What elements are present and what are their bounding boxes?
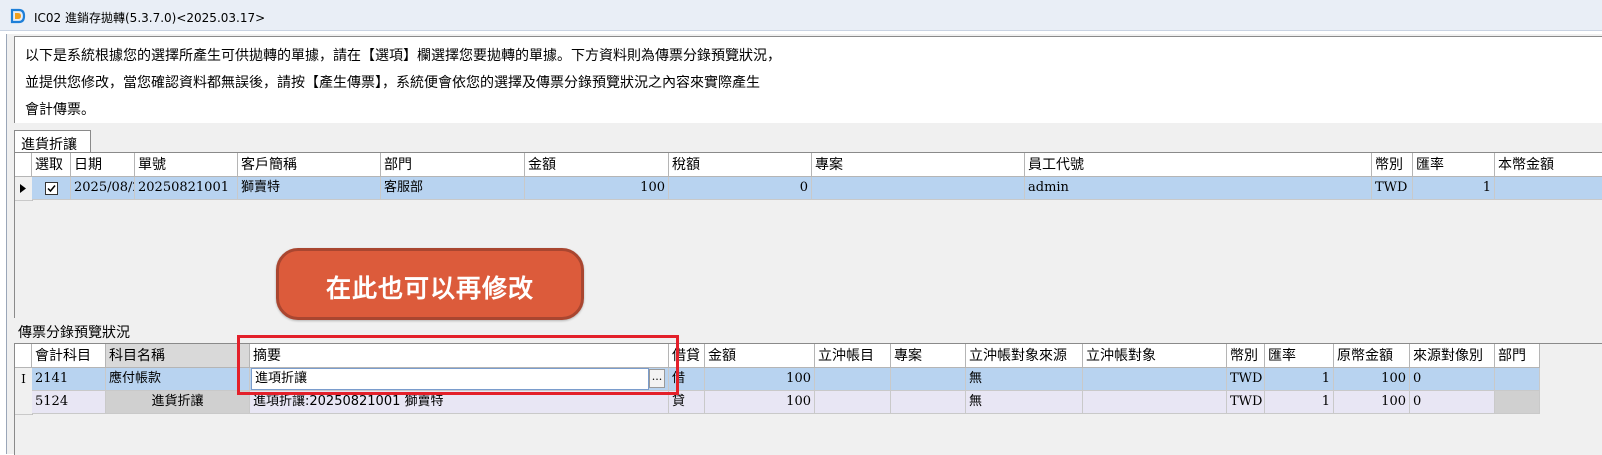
dept-cell[interactable] [1495, 368, 1540, 391]
employee-cell[interactable]: admin [1025, 177, 1372, 200]
doc-no-cell[interactable]: 20250821001 [135, 177, 238, 200]
project-cell[interactable] [891, 391, 966, 414]
instruction-line: 並提供您修改，當您確認資料都無誤後，請按【產生傳票】，系統便會依您的選擇及傳票分… [25, 75, 760, 91]
column-header[interactable]: 科目名稱 [106, 344, 250, 368]
title-bar: IC02 進銷存拋轉(5.3.7.0)<2025.03.17> [0, 0, 1602, 31]
dept-cell[interactable]: 客服部 [381, 177, 525, 200]
column-header[interactable]: 稅額 [669, 153, 812, 177]
column-header[interactable]: 員工代號 [1025, 153, 1372, 177]
window-title: IC02 進銷存拋轉(5.3.7.0)<2025.03.17> [34, 11, 266, 25]
local-amount-cell[interactable] [1495, 177, 1602, 200]
column-header[interactable]: 部門 [1495, 344, 1540, 368]
callout-text: 在此也可以再修改 [325, 274, 534, 303]
column-header[interactable]: 原幣金額 [1334, 344, 1410, 368]
rate-cell[interactable]: 1 [1265, 368, 1334, 391]
offset-item-cell[interactable] [815, 368, 891, 391]
source-type-cell[interactable]: 0 [1410, 368, 1495, 391]
account-cell[interactable]: 2141 [32, 368, 106, 391]
column-header[interactable]: 專案 [891, 344, 966, 368]
account-name-cell[interactable]: 進貨折讓 [106, 391, 250, 414]
column-header[interactable]: 金額 [525, 153, 669, 177]
row-header-corner [15, 344, 32, 368]
column-header[interactable]: 幣別 [1227, 344, 1265, 368]
tax-cell[interactable]: 0 [669, 177, 812, 200]
column-header[interactable]: 立沖帳目 [815, 344, 891, 368]
offset-item-cell[interactable] [815, 391, 891, 414]
offset-source-cell[interactable]: 無 [966, 368, 1083, 391]
annotation-callout: 在此也可以再修改 [276, 248, 584, 320]
documents-grid[interactable]: 選取 日期 單號 客戶簡稱 部門 金額 稅額 專案 員工代號 幣別 匯率 本幣金… [14, 152, 1602, 318]
currency-cell[interactable]: TWD [1227, 368, 1265, 391]
column-header[interactable]: 客戶簡稱 [238, 153, 381, 177]
column-header[interactable]: 日期 [71, 153, 135, 177]
offset-target-cell[interactable] [1083, 391, 1227, 414]
column-header[interactable]: 單號 [135, 153, 238, 177]
offset-source-cell[interactable]: 無 [966, 391, 1083, 414]
column-header[interactable]: 匯率 [1413, 153, 1495, 177]
column-header[interactable]: 來源對像別 [1410, 344, 1495, 368]
currency-cell[interactable]: TWD [1227, 391, 1265, 414]
instruction-line: 以下是系統根據您的選擇所產生可供拋轉的單據，請在【選項】欄選擇您要拋轉的單據。下… [25, 48, 781, 64]
select-checkbox[interactable] [45, 182, 58, 195]
row-indicator[interactable] [15, 177, 33, 201]
date-cell[interactable]: 2025/08/2 [71, 177, 135, 200]
account-cell[interactable]: 5124 [32, 391, 106, 414]
rate-cell[interactable]: 1 [1265, 391, 1334, 414]
column-header[interactable]: 本幣金額 [1495, 153, 1602, 177]
amount-cell[interactable]: 100 [525, 177, 669, 200]
customer-cell[interactable]: 獅賣特 [238, 177, 381, 200]
project-cell[interactable] [891, 368, 966, 391]
tab-label: 進貨折讓 [21, 137, 77, 153]
row-marker[interactable]: I [15, 368, 33, 392]
column-header[interactable]: 部門 [381, 153, 525, 177]
app-logo-icon [10, 8, 26, 24]
offset-target-cell[interactable] [1083, 368, 1227, 391]
highlight-box [237, 335, 679, 395]
amount-cell[interactable]: 100 [705, 391, 815, 414]
select-cell[interactable] [32, 177, 71, 200]
currency-cell[interactable]: TWD [1372, 177, 1413, 200]
column-header[interactable]: 選取 [32, 153, 71, 177]
source-type-cell[interactable]: 0 [1410, 391, 1495, 414]
column-header[interactable]: 幣別 [1372, 153, 1413, 177]
checkmark-icon [47, 185, 56, 193]
dept-cell[interactable] [1495, 391, 1540, 414]
current-row-arrow-icon [20, 184, 26, 193]
column-header[interactable]: 會計科目 [32, 344, 106, 368]
voucher-preview-caption: 傳票分錄預覽狀況 [18, 325, 130, 341]
rate-cell[interactable]: 1 [1413, 177, 1495, 200]
tab-purchase-discount[interactable]: 進貨折讓 [14, 130, 91, 153]
column-header[interactable]: 專案 [812, 153, 1025, 177]
instruction-panel: 以下是系統根據您的選擇所產生可供拋轉的單據，請在【選項】欄選擇您要拋轉的單據。下… [14, 36, 1602, 123]
column-header[interactable]: 立沖帳對象 [1083, 344, 1227, 368]
column-header[interactable]: 立沖帳對象來源 [966, 344, 1083, 368]
column-header[interactable]: 金額 [705, 344, 815, 368]
account-name-cell[interactable]: 應付帳款 [106, 368, 250, 391]
instruction-line: 會計傳票。 [25, 102, 95, 118]
row-marker[interactable] [15, 391, 33, 415]
orig-amount-cell[interactable]: 100 [1334, 368, 1410, 391]
project-cell[interactable] [812, 177, 1025, 200]
amount-cell[interactable]: 100 [705, 368, 815, 391]
orig-amount-cell[interactable]: 100 [1334, 391, 1410, 414]
row-header-corner [15, 153, 32, 177]
column-header[interactable]: 匯率 [1265, 344, 1334, 368]
